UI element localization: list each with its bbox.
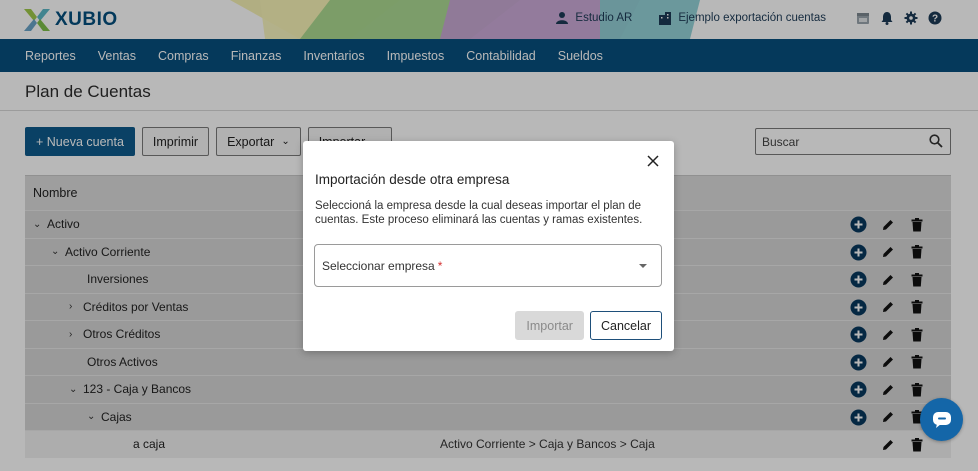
close-icon[interactable] xyxy=(646,154,660,168)
select-placeholder: Seleccionar empresa xyxy=(322,258,435,273)
cancel-button[interactable]: Cancelar xyxy=(589,311,662,340)
chat-icon xyxy=(932,411,951,428)
required-mark: * xyxy=(437,258,443,273)
dropdown-arrow-icon xyxy=(639,264,647,268)
import-confirm-button[interactable]: Importar xyxy=(515,311,584,340)
chat-button[interactable] xyxy=(920,398,963,441)
modal-actions: Importar Cancelar xyxy=(515,311,662,340)
modal-title: Importación desde otra empresa xyxy=(315,172,510,187)
import-modal: Importación desde otra empresa Seleccion… xyxy=(303,141,674,351)
company-select[interactable]: Seleccionar empresa * xyxy=(314,244,662,287)
modal-description: Seleccioná la empresa desde la cual dese… xyxy=(315,200,643,226)
